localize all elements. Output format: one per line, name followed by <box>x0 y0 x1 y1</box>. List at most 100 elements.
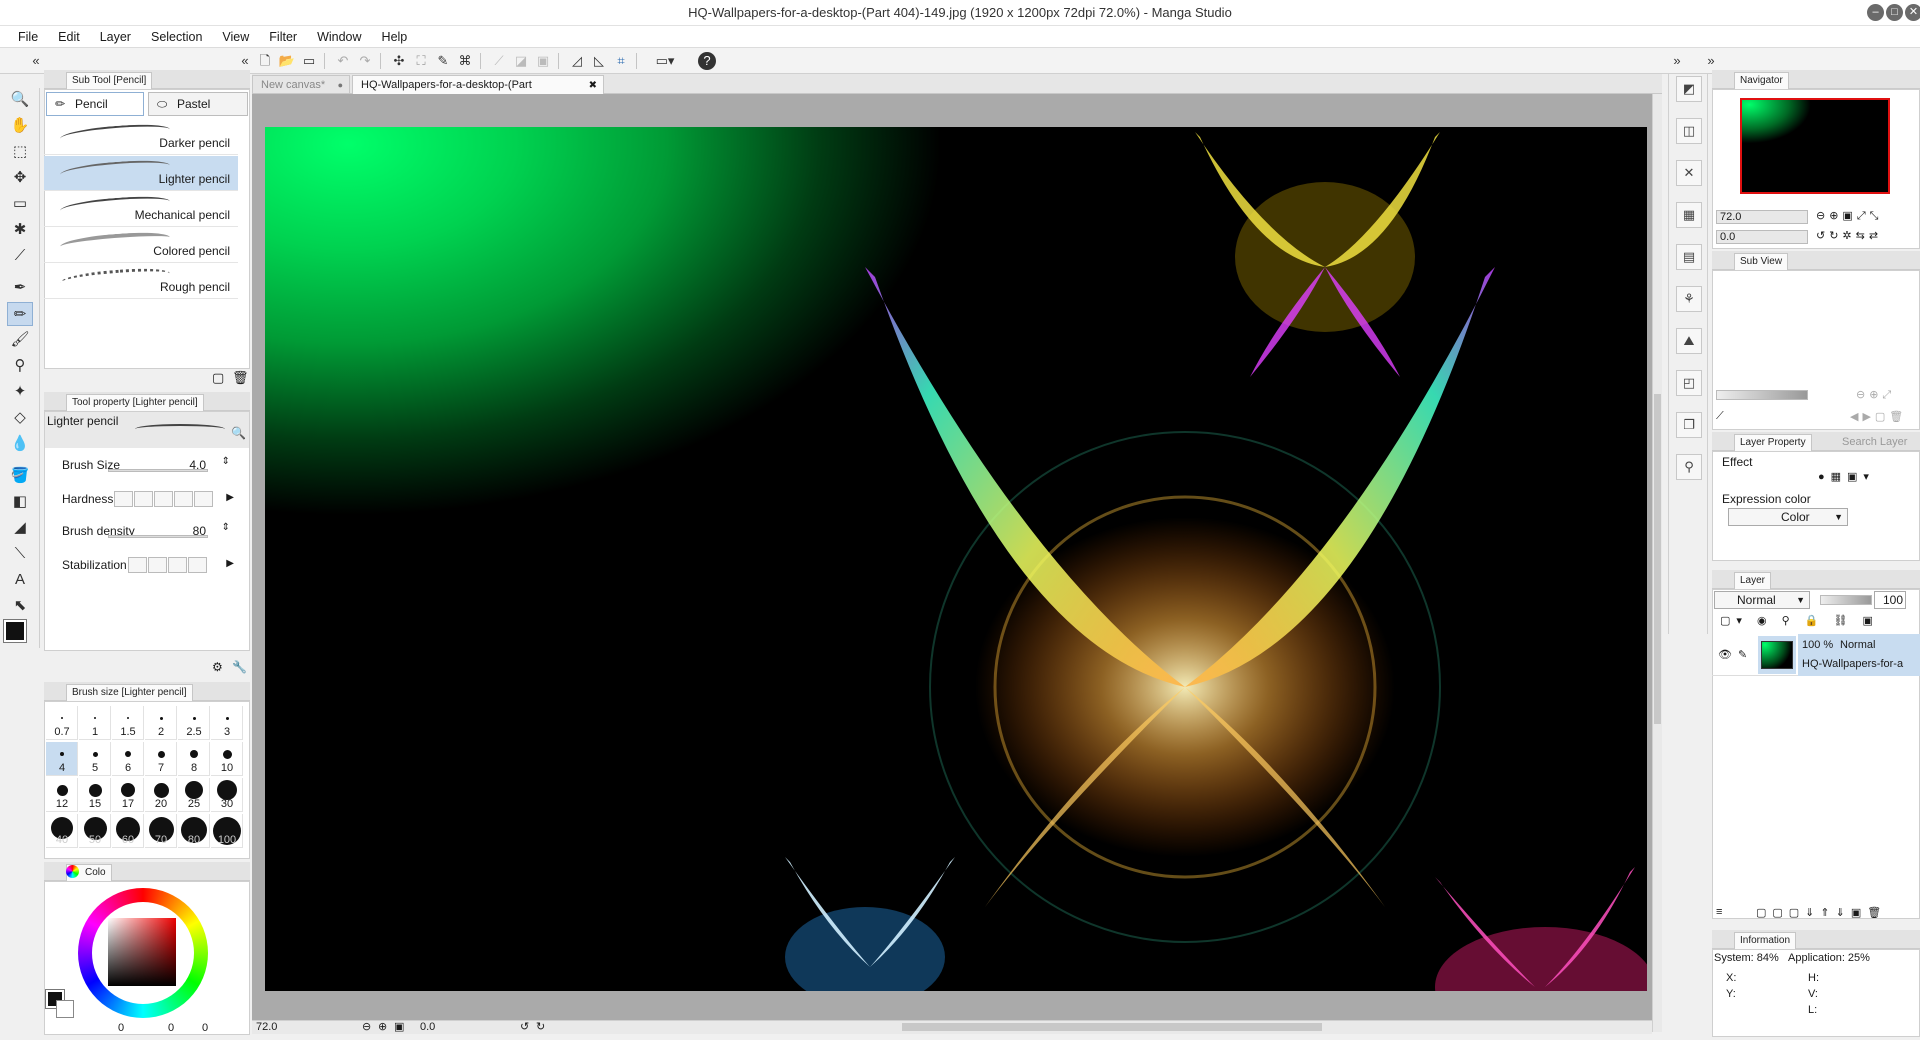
subtool-item-lighter-pencil[interactable]: Lighter pencil <box>44 156 238 191</box>
subtool-item-darker-pencil[interactable]: Darker pencil <box>44 120 238 155</box>
wrench-icon[interactable]: 🔧 <box>232 660 247 674</box>
collapse-left-icon[interactable]: « <box>27 52 45 70</box>
angle-value[interactable]: 0.0 <box>420 1021 435 1033</box>
spinner-icon[interactable]: ⇕ <box>222 522 230 533</box>
effect-buttons[interactable]: ●▦▣▾ <box>1818 470 1875 483</box>
main-color-swatch[interactable] <box>3 619 27 643</box>
snap-ruler-icon[interactable]: ◿ <box>568 52 586 70</box>
stabilization-selector[interactable] <box>128 557 208 573</box>
brush-size-cell[interactable]: 50 <box>79 814 111 848</box>
opacity-slider[interactable] <box>1820 595 1872 605</box>
marquee-tool-icon[interactable]: ▭ <box>7 192 33 216</box>
menu-filter[interactable]: Filter <box>259 30 307 44</box>
delete-subtool-icon[interactable]: 🗑 <box>232 370 249 386</box>
material-cross-icon[interactable]: ✕ <box>1676 160 1702 186</box>
ruler-icon[interactable]: ⟋ <box>490 52 508 70</box>
opacity-field[interactable]: 100 <box>1874 591 1906 609</box>
menu-edit[interactable]: Edit <box>48 30 90 44</box>
scrollbar-thumb[interactable] <box>1654 394 1661 724</box>
brush-size-cell[interactable]: 30 <box>211 778 243 812</box>
brush-size-cell[interactable]: 3 <box>211 706 243 740</box>
text-tool-icon[interactable]: A <box>7 568 33 592</box>
eye-icon[interactable]: 👁 <box>1718 648 1732 661</box>
brush-size-cell[interactable]: 0.7 <box>46 706 78 740</box>
brush-density-value[interactable]: 80 <box>193 524 206 538</box>
eyedropper-icon[interactable]: ⟋ <box>1716 410 1724 423</box>
expand-right-icon[interactable]: » <box>1702 52 1720 70</box>
chevron-right-icon[interactable]: ▶ <box>226 492 234 503</box>
snap-grid-icon[interactable]: ⌗ <box>612 52 630 70</box>
fit-icon[interactable]: ▣ <box>394 1020 404 1033</box>
zoom-tool-icon[interactable]: 🔍 <box>7 88 33 112</box>
gradient-tool-icon[interactable]: ◧ <box>7 490 33 514</box>
close-tab-icon[interactable]: ✖ <box>589 76 597 95</box>
material-frame-icon[interactable]: ◰ <box>1676 370 1702 396</box>
brush-size-cell[interactable]: 25 <box>178 778 210 812</box>
brush-size-cell[interactable]: 2.5 <box>178 706 210 740</box>
menu-layer[interactable]: Layer <box>90 30 141 44</box>
snap-special-ruler-icon[interactable]: ◺ <box>590 52 608 70</box>
frame-icon[interactable]: ▣ <box>534 52 552 70</box>
vertical-scrollbar[interactable] <box>1652 94 1662 1032</box>
tab-pastel[interactable]: ⬭ Pastel <box>148 92 248 116</box>
material-icon[interactable]: ◩ <box>1676 76 1702 102</box>
collapse-panel-icon[interactable]: « <box>236 52 254 70</box>
zoom-in-icon[interactable]: ⊕ <box>378 1020 387 1033</box>
material-pattern-icon[interactable]: ◫ <box>1676 118 1702 144</box>
brush-size-cell[interactable]: 17 <box>112 778 144 812</box>
spinner-icon[interactable]: ⇕ <box>222 456 230 467</box>
hand-tool-icon[interactable]: ✋ <box>7 114 33 138</box>
navigator-preview[interactable] <box>1740 98 1890 194</box>
layer-name[interactable]: HQ-Wallpapers-for-a <box>1802 658 1920 670</box>
brush-size-cell[interactable]: 7 <box>145 742 177 776</box>
airbrush-tool-icon[interactable]: ⚲ <box>7 354 33 378</box>
layer-menu-icon[interactable]: ≡ <box>1716 906 1722 918</box>
brush-size-cell[interactable]: 4 <box>46 742 78 776</box>
brush-size-cell[interactable]: 40 <box>46 814 78 848</box>
figure-tool-icon[interactable]: ⟍ <box>7 542 33 566</box>
brush-size-cell[interactable]: 20 <box>145 778 177 812</box>
menu-selection[interactable]: Selection <box>141 30 212 44</box>
brush-size-cell[interactable]: 1 <box>79 706 111 740</box>
brush-size-cell[interactable]: 100 <box>211 814 243 848</box>
zoom-value[interactable]: 72.0 <box>256 1021 277 1033</box>
menu-file[interactable]: File <box>8 30 48 44</box>
material-grid-icon[interactable]: ▤ <box>1676 244 1702 270</box>
tab-active-document[interactable]: HQ-Wallpapers-for-a-desktop-(Part 404)-1… <box>352 75 604 110</box>
menu-window[interactable]: Window <box>307 30 371 44</box>
open-folder-icon[interactable]: 📂 <box>278 52 296 70</box>
auto-select-tool-icon[interactable]: ✱ <box>7 218 33 242</box>
layer-bottom-buttons[interactable]: ▢▢▢⇓⇑⇓▣🗑 <box>1756 906 1887 919</box>
subtool-item-mechanical-pencil[interactable]: Mechanical pencil <box>44 192 238 227</box>
brush-size-cell[interactable]: 8 <box>178 742 210 776</box>
search-layer-tab[interactable]: Search Layer <box>1842 433 1907 452</box>
navigator-zoom-buttons[interactable]: ⊖⊕▣⤢⤡ <box>1816 209 1882 223</box>
crop-icon[interactable]: ⛶ <box>412 52 430 70</box>
blend-mode-dropdown[interactable]: Normal ▼ <box>1714 591 1810 609</box>
saturation-square[interactable] <box>108 918 176 986</box>
operation-tool-icon[interactable]: ⬉ <box>7 594 33 618</box>
brush-size-cell[interactable]: 15 <box>79 778 111 812</box>
maximize-icon[interactable]: □ <box>1886 4 1903 21</box>
new-file-icon[interactable]: 🗋 <box>256 52 274 70</box>
fill-icon[interactable]: ◪ <box>512 52 530 70</box>
horizontal-scrollbar-thumb[interactable] <box>902 1023 1322 1031</box>
subview-zoom-buttons[interactable]: ⊖⊕⤢ <box>1856 388 1895 402</box>
pen-settings-icon[interactable]: ✎ <box>434 52 452 70</box>
save-icon[interactable]: ▭ <box>300 52 318 70</box>
subtool-item-rough-pencil[interactable]: Rough pencil <box>44 264 238 299</box>
subtool-item-colored-pencil[interactable]: Colored pencil <box>44 228 238 263</box>
brush-size-cell[interactable]: 70 <box>145 814 177 848</box>
object-tool-icon[interactable]: ⬚ <box>7 140 33 164</box>
move-tool-icon[interactable]: ✥ <box>7 166 33 190</box>
menu-view[interactable]: View <box>212 30 259 44</box>
brush-size-cell[interactable]: 5 <box>79 742 111 776</box>
brush-size-cell[interactable]: 2 <box>145 706 177 740</box>
brush-lock-icon[interactable]: ✎ <box>1738 648 1747 661</box>
navigator-rotate-buttons[interactable]: ↺↻✲⇆⇄ <box>1816 229 1882 242</box>
fill-tool-icon[interactable]: 🪣 <box>7 464 33 488</box>
material-landscape-icon[interactable]: ⛰ <box>1676 328 1702 354</box>
brush-size-cell[interactable]: 10 <box>211 742 243 776</box>
canvas-image[interactable] <box>265 127 1647 991</box>
reset-icon[interactable]: ⚙ <box>212 660 223 674</box>
